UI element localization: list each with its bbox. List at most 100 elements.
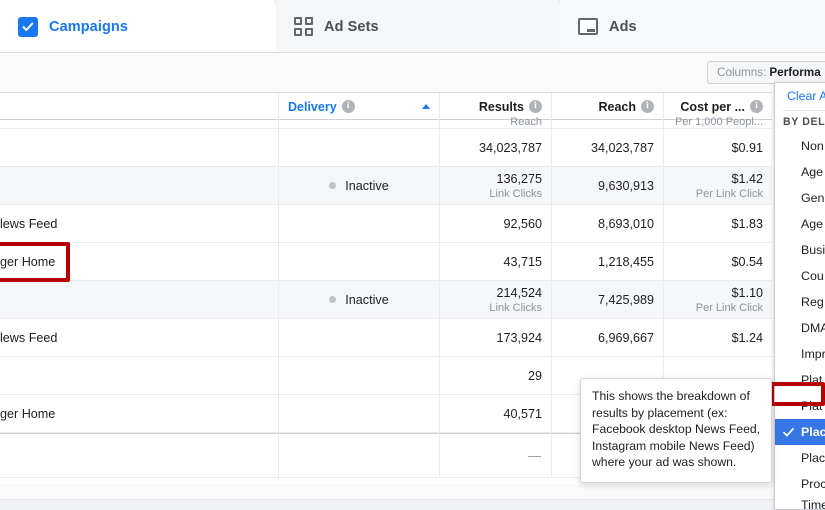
cell-name: ger Home [0,395,278,432]
panel-divider [783,110,825,111]
cell-reach: 7,425,989 [551,281,663,318]
breakdown-item-selected[interactable]: Plac [775,419,825,445]
breakdown-item-label: Plac [801,451,825,465]
cell-cost-value: $0.91 [731,140,763,155]
breakdown-item-label: Age [801,165,824,179]
breakdown-item-label: Plat [801,373,823,387]
info-icon[interactable]: i [529,100,542,113]
breakdown-item[interactable]: Plat [775,393,825,419]
table-row[interactable]: lews Feed 92,560 8,693,010 $1.83 [0,205,772,243]
breakdown-item[interactable]: Impr [775,341,825,367]
info-icon[interactable]: i [750,100,763,113]
table-row[interactable]: Inactive 136,275 Link Clicks 9,630,913 $1.42… [0,167,772,205]
cell-name-text: lews Feed [0,330,58,345]
cell-results: 43,715 [439,243,551,280]
cell-name: ger Home [0,243,278,280]
table-header-row: Delivery i Results i Reach i Cost per ..… [0,92,772,120]
tab-bar: Campaigns Ad Sets Ads [0,0,825,53]
cell-name [0,167,278,204]
info-icon[interactable]: i [641,100,654,113]
cell-name [0,281,278,318]
breakdown-item[interactable]: Non [775,133,825,159]
breakdown-item[interactable]: Age [775,211,825,237]
breakdown-item-label: Busi [801,243,825,257]
breakdown-item[interactable]: Plat [775,367,825,393]
breakdown-item[interactable]: Busi [775,237,825,263]
cell-reach [551,120,663,128]
cell-results: 136,275 Link Clicks [439,167,551,204]
tab-ad-sets[interactable]: Ad Sets [276,0,579,53]
tab-ads[interactable]: Ads [560,0,825,53]
tab-campaigns[interactable]: Campaigns [0,0,295,53]
table-row[interactable]: Inactive 214,524 Link Clicks 7,425,989 $1.10… [0,281,772,319]
cell-results-sub: Link Clicks [489,187,542,200]
check-icon [783,427,794,438]
cell-cost-value: $1.10 [731,285,763,300]
breakdown-item[interactable]: DMA [775,315,825,341]
cell-name-text: ger Home [0,254,56,269]
table-row[interactable]: 34,023,787 34,023,787 $0.91 [0,129,772,167]
breakdown-item[interactable]: Time [775,497,825,509]
sort-ascending-icon [422,104,430,109]
cell-results: 214,524 Link Clicks [439,281,551,318]
table-row-partial: Reach Per 1,000 Peopl... [0,116,772,129]
cell-reach-value: 34,023,787 [590,140,654,155]
cell-cost-value: $0.54 [731,254,763,269]
status-dot-icon [329,296,337,303]
breakdown-item[interactable]: Plac [775,445,825,471]
cell-cost: $1.10 Per Link Click [663,281,772,318]
cell-results: 40,571 [439,395,551,432]
cell-name [0,129,278,166]
breakdown-item-label: Reg [801,295,824,309]
breakdown-item[interactable]: Cou [775,263,825,289]
clear-all-link[interactable]: Clear A [787,89,825,103]
breakdown-item[interactable]: Proc [775,471,825,497]
cell-delivery [278,120,439,128]
tab-ad-sets-label: Ad Sets [324,18,379,35]
column-header-delivery[interactable]: Delivery i [278,93,439,120]
columns-selector-button[interactable]: Columns: Performa [707,61,825,84]
breakdown-tooltip-text: This shows the breakdown of results by p… [592,389,761,469]
cell-results-value: 40,571 [503,406,542,421]
cell-delivery-status: Inactive [345,178,389,193]
cell-results: 92,560 [439,205,551,242]
cell-name [0,434,278,477]
cell-results-value: 43,715 [503,254,542,269]
cell-results-value: 29 [527,368,542,383]
breakdown-item[interactable]: Gen [775,185,825,211]
cell-delivery [278,357,439,394]
cell-delivery [278,129,439,166]
column-header-delivery-label: Delivery [288,99,337,114]
breakdown-item-list: Non Age Gen Age Busi Cou Reg DMA Impr Plat Plat Pla… [775,133,825,509]
window-bottom-strip [0,499,825,510]
cell-reach: 6,969,667 [551,319,663,356]
breakdown-item[interactable]: Age [775,159,825,185]
breakdown-item-label: Impr [801,347,825,361]
table-row[interactable]: lews Feed 173,924 6,969,667 $1.24 [0,319,772,357]
cell-delivery [278,395,439,432]
cell-delivery: Inactive [278,167,439,204]
breakdown-item-label: Non [801,139,824,153]
cell-results: — [439,434,551,477]
cell-cost: $0.54 [663,243,772,280]
cell-name-text: ger Home [0,406,56,421]
cell-cost-value: $1.24 [731,330,763,345]
cell-name-text: lews Feed [0,216,58,231]
column-header-results-label: Results [478,99,524,114]
cell-reach-value: 7,425,989 [597,292,654,307]
cell-delivery [278,434,439,477]
breakdown-item-label: Cou [801,269,824,283]
table-row[interactable]: ger Home 43,715 1,218,455 $0.54 [0,243,772,281]
breakdown-item[interactable]: Reg [775,289,825,315]
breakdown-dropdown-panel: Clear A BY DEL Non Age Gen Age Busi Cou Reg DMA… [774,82,825,510]
breakdown-item-label: Gen [801,191,825,205]
cell-delivery [278,243,439,280]
cell-name [0,120,278,128]
column-header-cost-per-label: Cost per ... [680,99,745,114]
cell-reach-value: 9,630,913 [597,178,654,193]
cell-reach-value: 1,218,455 [597,254,654,269]
column-header-reach[interactable]: Reach i [551,93,663,120]
info-icon[interactable]: i [341,100,355,113]
cell-reach: 34,023,787 [551,129,663,166]
tab-ads-label: Ads [609,18,637,35]
